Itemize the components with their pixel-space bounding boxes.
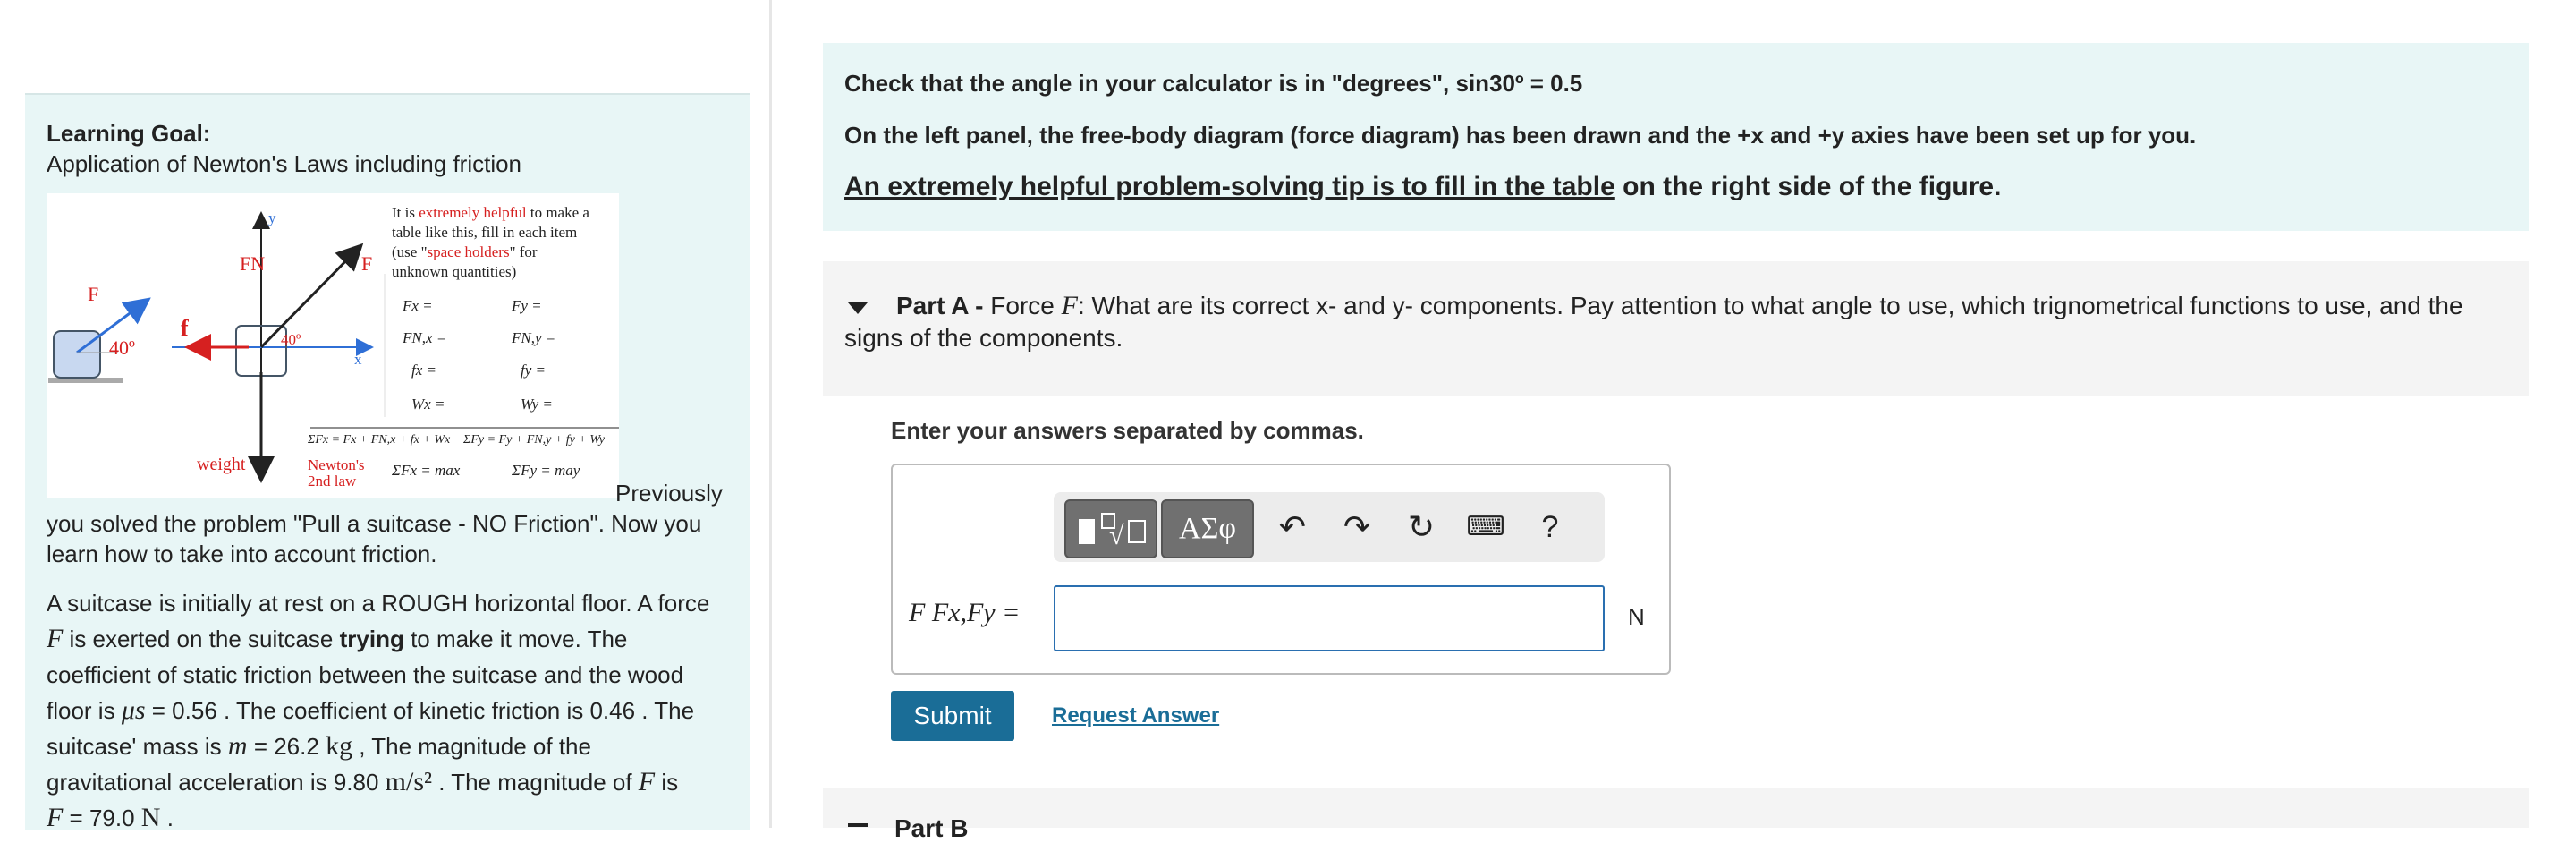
friction-label: f [181,315,189,341]
math-toolbar: √ ΑΣφ ↶ ↷ ↻ ⌨ ? [1054,492,1605,562]
accel-unit: m/s² [385,767,433,796]
help-icon[interactable]: ? [1526,499,1574,555]
tip-text-2: to make a [526,204,589,221]
table-fry: fy = [521,362,546,379]
trying-bold: trying [339,626,404,652]
info-tip-underlined: An extremely helpful problem-solving tip… [844,172,1615,201]
y-axis-label: y [268,209,276,226]
table-wy: Wy = [521,396,553,413]
problem-line-5b: = 26.2 [247,733,326,760]
part-a-question: Part A - Force F: What are its correct x… [844,290,2490,354]
sum-y-equation: ΣFy = Fy + FN,y + fy + Wy [463,433,605,447]
undo-icon[interactable]: ↶ [1268,499,1317,555]
problem-statement: A suitcase is initially at rest on a ROU… [47,585,753,836]
info-tip: An extremely helpful problem-solving tip… [844,172,2001,202]
part-a-header[interactable]: Part A - Force F: What are its correct x… [823,261,2529,396]
learning-goal-box: Learning Goal: Application of Newton's L… [25,93,750,832]
redo-icon[interactable]: ↷ [1333,499,1381,555]
problem-line-6b: . The magnitude of [432,769,639,796]
answer-input[interactable] [1054,585,1605,651]
newton-y-equation: ΣFy = may [512,462,580,479]
left-panel: Learning Goal: Application of Newton's L… [0,0,769,832]
problem-line-4a: floor is [47,697,122,724]
kg-unit: kg [326,731,353,761]
mass-symbol: m [227,731,248,761]
problem-line-4b: = 0.56 . The coefficient of kinetic fric… [145,697,695,724]
intro-text-start: Previously [615,480,723,507]
info-free-body: On the left panel, the free-body diagram… [844,122,2197,149]
svg-text:√: √ [1109,521,1124,550]
mu-s-symbol: μs [121,695,146,725]
reset-icon[interactable]: ↻ [1397,499,1445,555]
answer-box: √ ΑΣφ ↶ ↷ ↻ ⌨ ? F Fx,Fy = N [891,464,1671,675]
answer-unit: N [1628,603,1645,630]
problem-line-6c: is [655,769,679,796]
tip-text-3: table like this, fill in each item [392,224,578,241]
part-a-label: Part A - [896,292,984,319]
part-a-text-b: : What are its correct x- and y- compone… [844,292,2463,352]
tip-text-1: It is [392,204,419,221]
part-b-toggle-icon[interactable] [848,823,868,827]
part-a-force-symbol: F [1061,291,1078,320]
problem-line-5a: suitcase' mass is [47,733,228,760]
problem-line-6a: gravitational acceleration is 9.80 [47,769,386,796]
newton-x-equation: ΣFx = max [392,462,461,479]
newton-label-2: 2nd law [308,473,357,490]
newton-unit: N [140,803,161,832]
force-label-left: F [88,283,99,305]
x-axis-label: x [354,351,362,368]
angle-label-center: 40º [281,331,301,348]
info-tip-rest: on the right side of the figure. [1614,172,2002,201]
table-wx: Wx = [411,396,445,413]
tip-text-4-red: space holders [427,243,510,260]
weight-label: weight [197,455,246,474]
force-magnitude-symbol: F [47,803,64,832]
table-fy: Fy = [512,297,542,314]
sum-x-equation: ΣFx = Fx + FN,x + fx + Wx [308,433,451,447]
templates-icon: √ [1079,513,1146,550]
problem-line-3: coefficient of static friction between t… [47,661,684,688]
request-answer-link[interactable]: Request Answer [1052,703,1219,728]
goal-title: Learning Goal: [47,120,211,147]
suitcase-shape [53,330,101,379]
tip-text-4b: " for [509,243,538,260]
goal-description: Application of Newton's Laws including f… [47,150,522,177]
table-fnx: FN,x = [402,329,447,346]
force-vector-symbol: F [638,767,656,796]
table-frx: fx = [411,362,436,379]
problem-line-5c: , The magnitude of the [352,733,591,760]
tip-text-5: unknown quantities) [392,263,517,280]
tip-red: extremely helpful [419,204,527,221]
part-b-header[interactable]: Part B [823,788,2529,842]
tip-text-4a: (use " [392,243,428,260]
answer-label: F Fx,Fy = [909,598,1021,627]
problem-line-1: A suitcase is initially at rest on a ROU… [47,590,710,617]
answer-instruction: Enter your answers separated by commas. [891,417,1364,444]
force-label-right: F [361,252,373,275]
intro-text: you solved the problem "Pull a suitcase … [47,510,702,567]
part-a-text-a: Force [983,292,1062,319]
free-body-diagram: y x F f 40º 40º FN F weight It is extrem… [47,193,619,498]
templates-button[interactable]: √ [1064,499,1157,558]
problem-line-2b: to make it move. The [403,626,628,652]
newton-label-1: Newton's [308,456,365,473]
keyboard-icon[interactable]: ⌨ [1462,499,1510,555]
submit-button[interactable]: Submit [891,691,1014,741]
info-box: Check that the angle in your calculator … [823,43,2529,231]
greek-symbols-button[interactable]: ΑΣφ [1161,499,1254,558]
angle-label-left: 40º [109,336,135,359]
table-fx: Fx = [402,297,433,314]
force-symbol: F [47,624,64,653]
info-degrees: Check that the angle in your calculator … [844,70,1583,97]
problem-line-2a: is exerted on the suitcase [63,626,340,652]
force-arrow [259,243,364,349]
table-fny: FN,y = [512,329,556,346]
part-b-label: Part B [894,814,969,842]
normal-force-label: FN [240,252,266,275]
panel-divider[interactable] [769,0,772,828]
